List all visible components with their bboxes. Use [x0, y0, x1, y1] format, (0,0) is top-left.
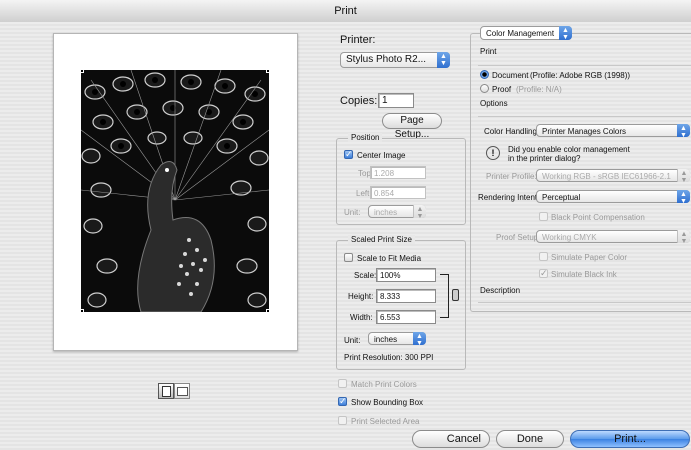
proof-label: Proof [492, 85, 512, 94]
printer-profile-select: Working RGB - sRGB IEC61966-2.1 ▲ ▼ [536, 169, 690, 184]
print-selected-area-checkbox[interactable] [338, 416, 347, 425]
document-profile: (Profile: Adobe RGB (1998)) [530, 71, 631, 80]
print-section-heading: Print [480, 47, 497, 56]
match-print-colors-label: Match Print Colors [351, 380, 417, 389]
options-heading: Options [480, 99, 508, 108]
printer-profile-value: Working RGB - sRGB IEC61966-2.1 [542, 172, 671, 181]
scale-to-fit-checkbox[interactable] [344, 253, 353, 262]
chevron-updown-icon: ▲ ▼ [559, 26, 572, 41]
simulate-ink-checkbox[interactable]: ✓ [539, 269, 548, 278]
cancel-button[interactable]: Cancel [412, 430, 490, 448]
match-print-colors-checkbox[interactable] [338, 379, 347, 388]
document-label: Document [492, 71, 529, 80]
height-input[interactable]: 8.333 [376, 289, 436, 303]
print-selected-area-label: Print Selected Area [351, 417, 420, 426]
warning-line-2: in the printer dialog? [508, 154, 581, 163]
proof-setup-value: Working CMYK [542, 233, 597, 242]
preview-image[interactable] [81, 70, 269, 312]
print-resolution: Print Resolution: 300 PPI [344, 353, 434, 362]
proof-setup-select: Working CMYK ▲ ▼ [536, 230, 690, 245]
landscape-icon [177, 387, 188, 396]
center-image-label: Center Image [357, 151, 406, 160]
chevron-updown-icon: ▲ ▼ [677, 230, 690, 245]
color-handling-label: Color Handling: [484, 127, 540, 136]
portrait-orientation-button[interactable] [158, 383, 174, 399]
left-input[interactable]: 0.854 [370, 186, 426, 199]
height-label: Height: [348, 292, 374, 301]
color-handling-select[interactable]: Printer Manages Colors ▲ ▼ [536, 124, 690, 139]
proof-setup-label: Proof Setup: [496, 233, 541, 242]
bounding-handle[interactable] [81, 309, 84, 312]
proof-radio[interactable] [480, 84, 489, 93]
document-radio[interactable] [480, 70, 489, 79]
position-unit-value: inches [374, 208, 398, 217]
simulate-paper-label: Simulate Paper Color [551, 253, 628, 262]
chevron-updown-icon: ▲ ▼ [677, 169, 690, 184]
print-button[interactable]: Print... [570, 430, 690, 448]
chevron-updown-icon: ▲ ▼ [677, 190, 690, 205]
bounding-handle[interactable] [266, 309, 269, 312]
portrait-icon [162, 386, 171, 397]
link-bracket [440, 274, 449, 318]
scaled-unit-label: Unit: [344, 336, 361, 345]
black-point-checkbox[interactable] [539, 212, 548, 221]
chevron-updown-icon: ▲ ▼ [413, 205, 426, 220]
color-management-value: Color Management [486, 29, 555, 38]
scaled-unit-select[interactable]: inches ▲ ▼ [368, 332, 426, 347]
peacock-photo [81, 70, 269, 312]
page-setup-button[interactable]: Page Setup... [382, 113, 442, 140]
scale-label: Scale: [354, 271, 377, 280]
rendering-intent-value: Perceptual [542, 193, 581, 202]
window-title-bar: Print [0, 0, 691, 23]
landscape-orientation-button[interactable] [174, 383, 190, 399]
color-handling-value: Printer Manages Colors [542, 127, 627, 136]
divider [478, 116, 691, 117]
copies-input[interactable]: 1 [378, 93, 414, 108]
position-unit-select: inches ▲ ▼ [368, 205, 426, 220]
position-unit-label: Unit: [344, 208, 361, 217]
show-bounding-box-checkbox[interactable]: ✓ [338, 397, 347, 406]
bounding-handle[interactable] [81, 70, 84, 73]
proof-profile: (Profile: N/A) [516, 85, 562, 94]
width-input[interactable]: 6.553 [376, 310, 436, 324]
width-label: Width: [350, 313, 373, 322]
simulate-paper-checkbox[interactable] [539, 252, 548, 261]
chevron-updown-icon: ▲ ▼ [677, 124, 690, 139]
scaled-unit-value: inches [374, 335, 398, 344]
color-management-select[interactable]: Color Management ▲ ▼ [480, 26, 572, 41]
chain-lock-icon[interactable] [452, 289, 459, 301]
rendering-intent-select[interactable]: Perceptual ▲ ▼ [536, 190, 690, 205]
position-title: Position [348, 133, 383, 142]
printer-label: Printer: [340, 34, 376, 46]
center-image-checkbox[interactable]: ✓ [344, 150, 353, 159]
printer-value: Stylus Photo R2... [346, 54, 427, 65]
divider [478, 65, 691, 66]
show-bounding-box-label: Show Bounding Box [351, 398, 424, 407]
copies-label: Copies: [340, 95, 378, 107]
top-input[interactable]: 1.208 [370, 166, 426, 179]
printer-profile-label: Printer Profile: [486, 172, 537, 181]
printer-select[interactable]: Stylus Photo R2... ▲ ▼ [340, 52, 450, 68]
scale-to-fit-label: Scale to Fit Media [357, 254, 422, 263]
chevron-updown-icon: ▲ ▼ [437, 52, 450, 68]
warning-icon: ! [486, 146, 500, 160]
done-button[interactable]: Done [496, 430, 564, 448]
rendering-intent-label: Rendering Intent: [478, 193, 540, 202]
bounding-handle[interactable] [266, 70, 269, 73]
scale-input[interactable]: 100% [376, 268, 436, 282]
scaled-title: Scaled Print Size [348, 235, 415, 244]
chevron-updown-icon: ▲ ▼ [413, 332, 426, 347]
description-heading: Description [480, 286, 521, 295]
simulate-ink-label: Simulate Black Ink [551, 270, 617, 279]
window-title: Print [334, 5, 357, 17]
warning-line-1: Did you enable color management [508, 145, 630, 154]
divider [478, 302, 691, 303]
black-point-label: Black Point Compensation [551, 213, 645, 222]
